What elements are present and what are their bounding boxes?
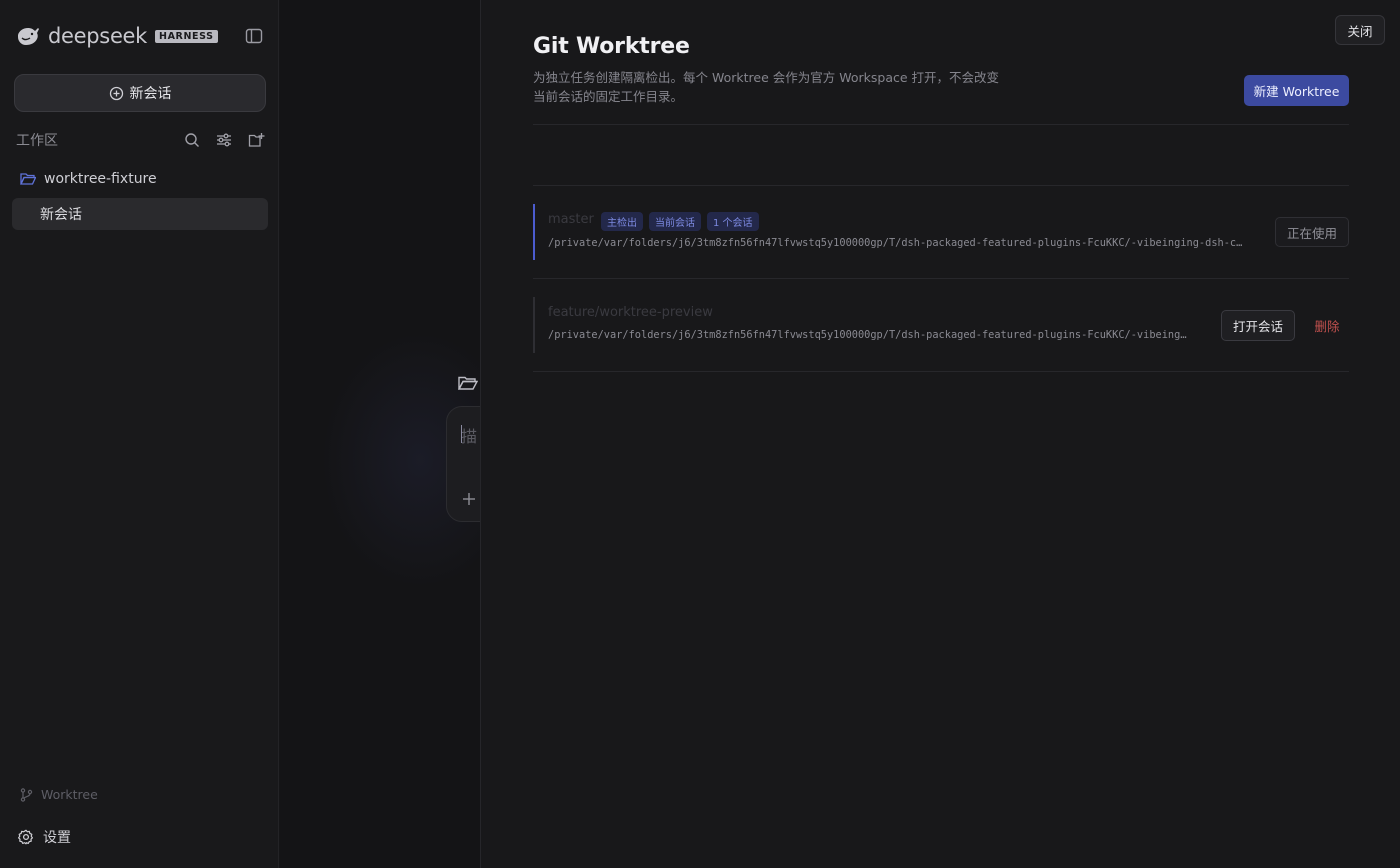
folder-plus-icon — [248, 133, 264, 147]
divider — [533, 124, 1349, 125]
new-chat-label: 新会话 — [129, 86, 172, 102]
chat-main-area: 描 — [280, 0, 480, 868]
attach-button[interactable] — [459, 489, 479, 509]
worktree-nav-item[interactable]: Worktree — [20, 787, 98, 802]
plus-icon — [463, 493, 475, 505]
gear-icon — [18, 829, 33, 845]
new-chat-button[interactable]: 新会话 — [14, 74, 266, 112]
sidebar-toggle-icon — [245, 28, 263, 44]
tag-chat-count: 1 个会话 — [707, 212, 759, 231]
divider — [533, 371, 1349, 372]
worktree-row-master: master 主检出 当前会话 1 个会话 /private/var/folde… — [533, 186, 1349, 278]
folder-open-icon — [20, 173, 36, 185]
settings-button[interactable]: 设置 — [18, 827, 71, 847]
chat-item[interactable]: 新会话 — [12, 198, 268, 230]
worktree-path: /private/var/folders/j6/3tm8zfn56fn47lfv… — [548, 237, 1243, 249]
delete-worktree-button[interactable]: 删除 — [1305, 310, 1349, 341]
collapse-sidebar-button[interactable] — [244, 27, 264, 45]
in-use-status-button: 正在使用 — [1275, 217, 1349, 247]
brand: deepseek HARNESS — [16, 24, 218, 48]
panel-description: 为独立任务创建隔离检出。每个 Worktree 会作为官方 Workspace … — [533, 70, 1000, 104]
git-worktree-panel: 关闭 Git Worktree 为独立任务创建隔离检出。每个 Worktree … — [480, 0, 1400, 868]
tag-current-chat: 当前会话 — [649, 212, 701, 231]
search-button[interactable] — [182, 130, 202, 150]
active-indicator — [533, 204, 535, 260]
chat-item-label: 新会话 — [40, 207, 82, 223]
settings-label: 设置 — [43, 830, 71, 846]
git-branch-icon — [20, 787, 33, 802]
workspace-folder-name: worktree-fixture — [44, 171, 157, 187]
plus-circle-icon — [109, 86, 123, 100]
filter-button[interactable] — [214, 130, 234, 150]
brand-badge: HARNESS — [155, 29, 218, 43]
row-indicator — [533, 297, 535, 353]
worktree-path: /private/var/folders/j6/3tm8zfn56fn47lfv… — [548, 329, 1187, 341]
branch-name: master — [548, 212, 594, 227]
whale-logo-icon — [18, 28, 39, 45]
workspace-header: 工作区 — [16, 130, 266, 150]
composer-placeholder: 描 — [461, 427, 478, 446]
folder-open-icon — [458, 376, 478, 390]
message-composer[interactable]: 描 — [446, 406, 480, 522]
open-chat-button[interactable]: 打开会话 — [1221, 310, 1295, 341]
worktree-row-feature: feature/worktree-preview /private/var/fo… — [533, 279, 1349, 371]
workspace-folder-item[interactable]: worktree-fixture — [20, 169, 157, 189]
search-icon — [185, 133, 199, 147]
worktree-tags: 主检出 当前会话 1 个会话 — [601, 212, 759, 231]
tag-main-checkout: 主检出 — [601, 212, 643, 231]
sidebar: deepseek HARNESS 新会话 工作区 worktree-fixtur… — [0, 0, 279, 868]
close-button[interactable]: 关闭 — [1335, 15, 1385, 45]
worktree-nav-label: Worktree — [41, 787, 98, 802]
branch-name: feature/worktree-preview — [548, 305, 713, 320]
panel-title: Git Worktree — [533, 34, 690, 59]
text-caret — [461, 425, 462, 443]
brand-name: deepseek — [48, 24, 148, 48]
sliders-icon — [217, 133, 231, 147]
workspace-label: 工作区 — [16, 133, 58, 149]
new-worktree-button[interactable]: 新建 Worktree — [1244, 75, 1349, 106]
add-folder-button[interactable] — [246, 130, 266, 150]
